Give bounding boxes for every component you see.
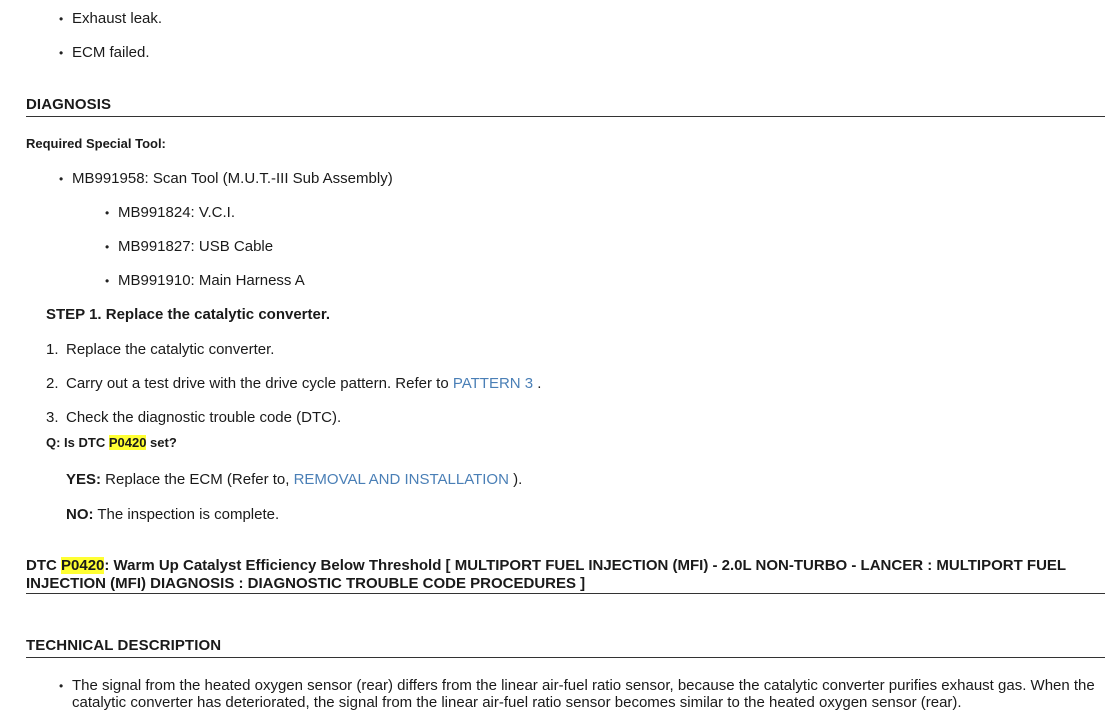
bullet-icon: • — [105, 206, 110, 220]
yes-after: ). — [508, 471, 523, 488]
step-item: 2. Carry out a test drive with the drive … — [46, 375, 541, 393]
tool-sub-item: MB991910: Main Harness A — [118, 272, 305, 289]
section-divider — [26, 593, 1105, 594]
step-title: STEP 1. Replace the catalytic converter. — [46, 306, 331, 323]
diagnosis-heading: DIAGNOSIS — [26, 96, 112, 113]
step-number: 3. — [46, 409, 59, 426]
question: Q: Is DTC P0420 set? — [46, 435, 177, 450]
step-text: Check the diagnostic trouble code (DTC). — [66, 409, 342, 426]
dtc-code-highlight: P0420 — [108, 435, 147, 450]
heading-divider — [26, 657, 1105, 658]
dtc-title-rest: : Warm Up Catalyst Efficiency Below Thre… — [26, 557, 1066, 592]
yes-label: YES: — [66, 471, 102, 488]
dtc-prefix: DTC — [26, 557, 61, 574]
step-text: Replace the catalytic converter. — [66, 341, 275, 358]
bullet-icon: • — [59, 679, 64, 693]
removal-installation-link[interactable]: REMOVAL AND INSTALLATION — [294, 471, 509, 488]
required-tool-label: Required Special Tool: — [26, 136, 166, 151]
question-prefix: Q: Is DTC — [46, 435, 109, 450]
yes-text: Replace the ECM (Refer to, — [101, 471, 294, 488]
no-text: The inspection is complete. — [93, 506, 280, 523]
step-item: 1. Replace the catalytic converter. — [46, 341, 274, 359]
bullet-icon: • — [59, 12, 64, 26]
yes-answer: YES: Replace the ECM (Refer to, REMOVAL … — [66, 471, 522, 489]
no-label: NO: — [66, 506, 94, 523]
step-item: 3. Check the diagnostic trouble code (DTC… — [46, 409, 341, 427]
question-suffix: set? — [146, 435, 177, 450]
step-text: Carry out a test drive with the drive cy… — [66, 375, 453, 392]
step-number: 2. — [46, 375, 59, 392]
pattern-3-link[interactable]: PATTERN 3 — [453, 375, 533, 392]
technical-paragraph: The signal from the heated oxygen sensor… — [72, 677, 1095, 711]
heading-divider — [26, 116, 1105, 117]
bullet-icon: • — [59, 172, 64, 186]
tool-sub-item: MB991824: V.C.I. — [118, 204, 236, 221]
bullet-icon: • — [105, 274, 110, 288]
tool-item: MB991958: Scan Tool (M.U.T.-III Sub Asse… — [72, 170, 393, 187]
dtc-section-title: DTC P0420: Warm Up Catalyst Efficiency B… — [26, 557, 1101, 593]
dtc-code-highlight: P0420 — [61, 557, 105, 574]
technical-description-heading: TECHNICAL DESCRIPTION — [26, 637, 222, 654]
bullet-icon: • — [105, 240, 110, 254]
no-answer: NO: The inspection is complete. — [66, 506, 279, 524]
bullet-icon: • — [59, 46, 64, 60]
step-text-after: . — [533, 375, 542, 392]
list-item: Exhaust leak. — [72, 10, 163, 27]
list-item: ECM failed. — [72, 44, 150, 61]
tool-sub-item: MB991827: USB Cable — [118, 238, 274, 255]
document-page: • Exhaust leak. • ECM failed. DIAGNOSIS … — [0, 0, 1105, 713]
step-number: 1. — [46, 341, 59, 358]
